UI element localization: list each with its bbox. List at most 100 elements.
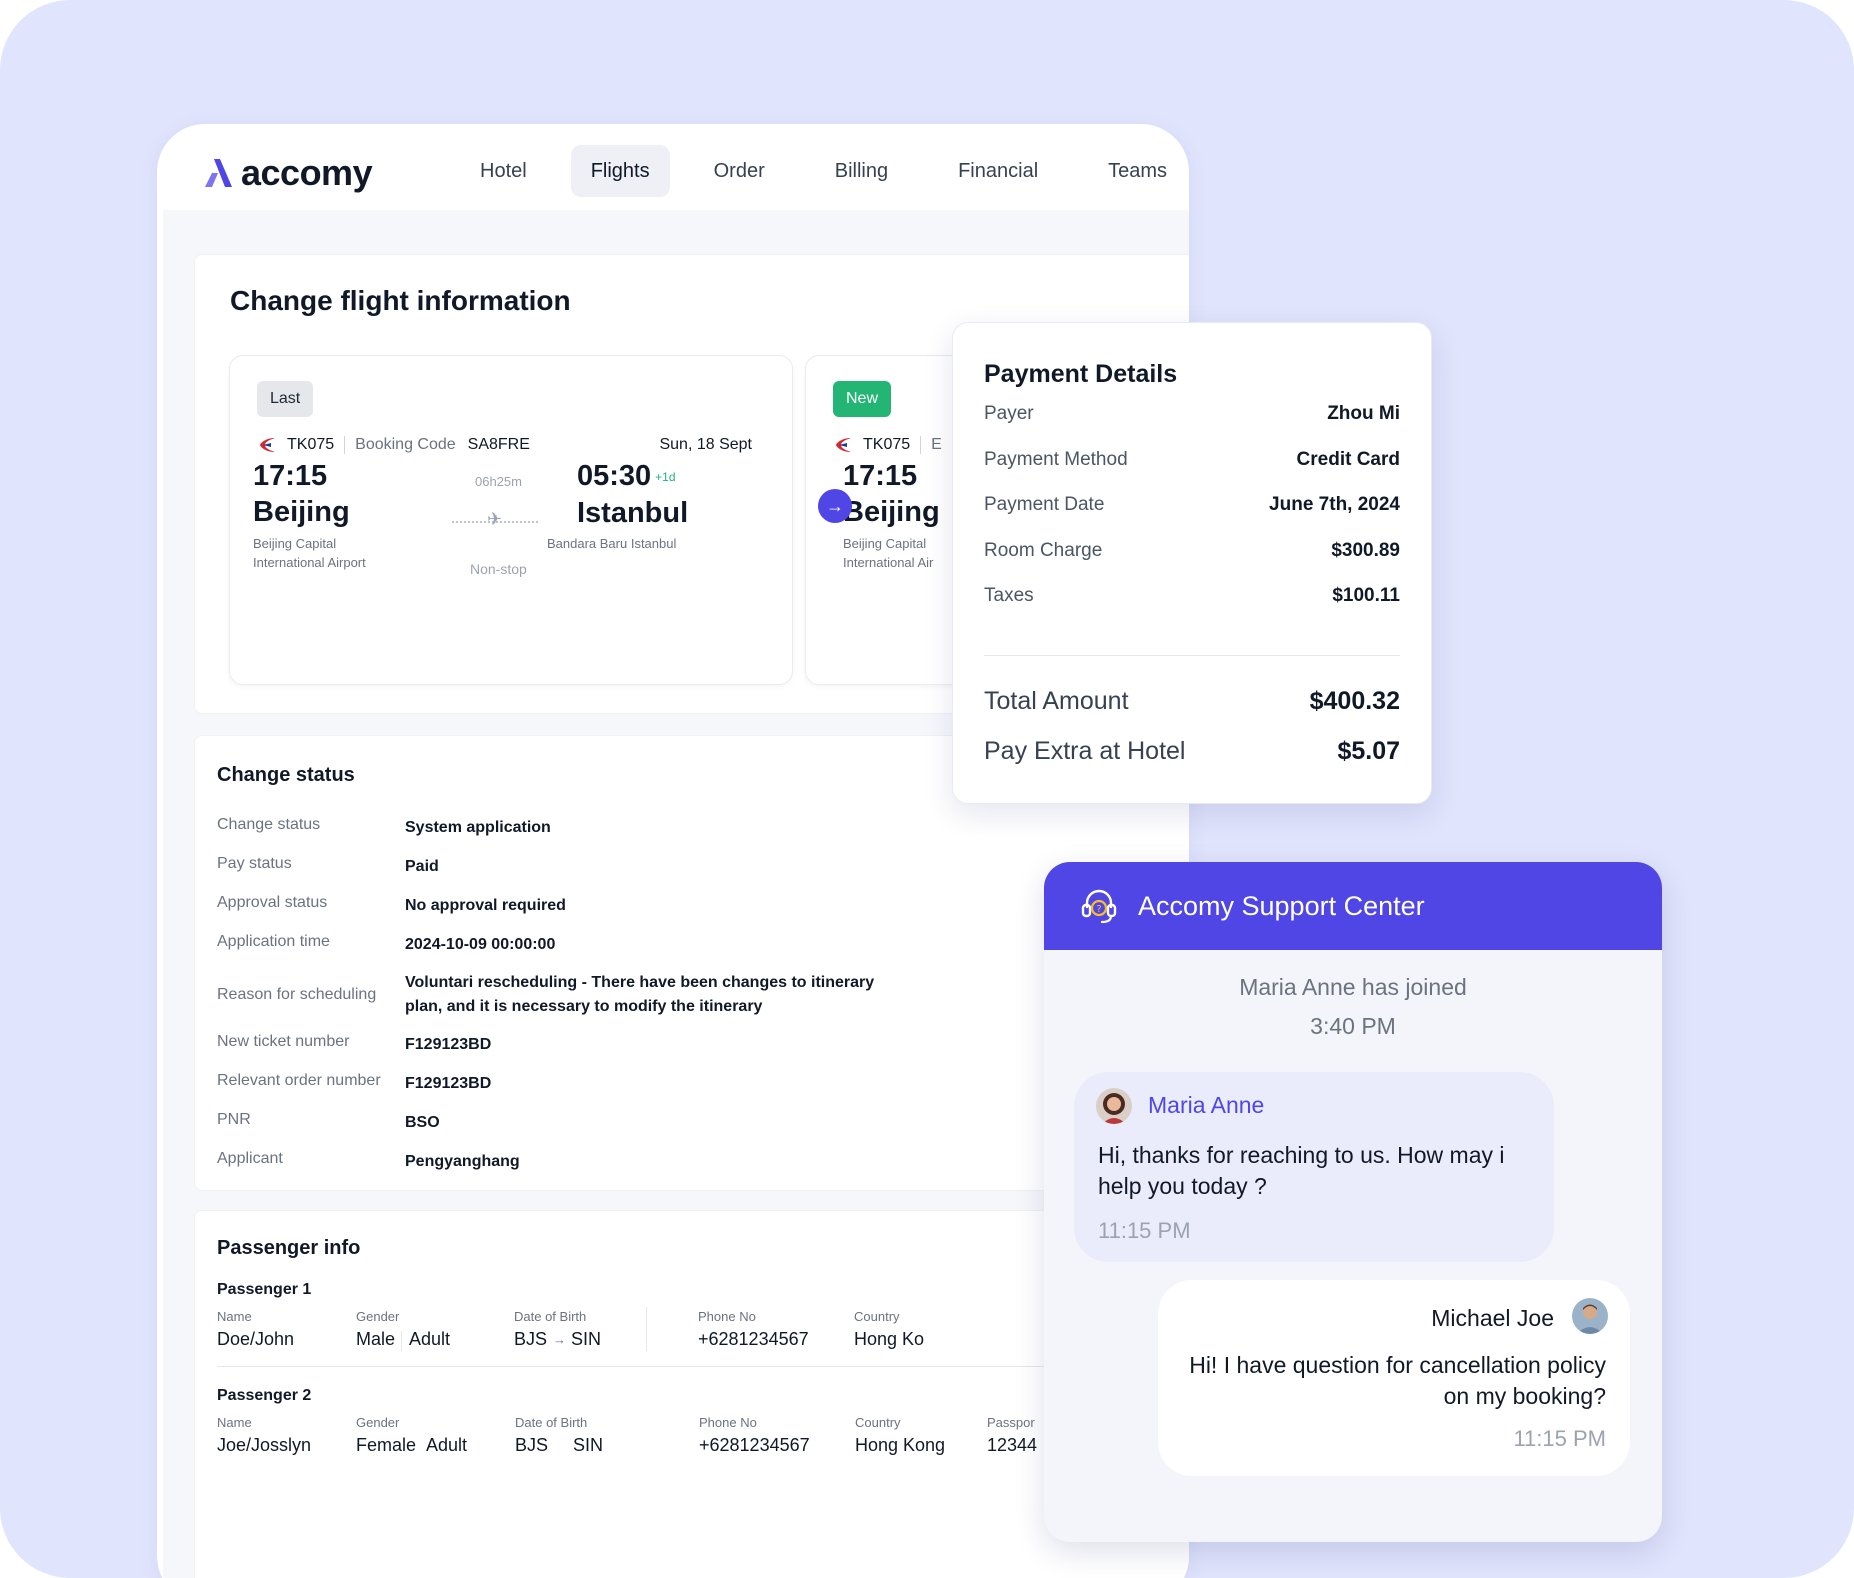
payment-label: Payment Method	[984, 449, 1128, 470]
payment-value: $100.11	[1332, 585, 1400, 606]
status-label: Reason for scheduling	[217, 986, 377, 1003]
status-row: Relevant order number F129123BD	[217, 1072, 905, 1096]
change-status-title: Change status	[217, 764, 355, 786]
col-gender: Gender	[356, 1415, 400, 1430]
payment-row: Room Charge $300.89	[984, 540, 1400, 562]
payment-label: Taxes	[984, 585, 1034, 606]
change-flight-title: Change flight information	[230, 285, 571, 316]
message-time: 11:15 PM	[1098, 1218, 1191, 1243]
system-message: Maria Anne has joined	[1239, 974, 1467, 1000]
top-navigation: accomy Hotel Flights Order Billing Finan…	[157, 124, 1189, 210]
nav-flights[interactable]: Flights	[570, 145, 670, 197]
message-text: Hi, thanks for reaching to us. How may i…	[1098, 1142, 1505, 1199]
nav-teams[interactable]: Teams	[1088, 145, 1187, 197]
col-phone: Phone No	[699, 1415, 757, 1430]
booking-code-value: SA8FRE	[467, 436, 530, 453]
status-label: New ticket number	[217, 1033, 350, 1050]
passenger-label: Passenger 2	[217, 1387, 312, 1404]
payment-label: Payer	[984, 403, 1034, 424]
payment-row: Taxes $100.11	[984, 585, 1400, 607]
col-passport: Passpor	[987, 1415, 1035, 1430]
payment-row: Payer Zhou Mi	[984, 403, 1400, 425]
message-time: 11:15 PM	[1513, 1426, 1606, 1451]
depart-city: Beijing	[843, 496, 940, 528]
divider	[646, 1307, 647, 1351]
last-flight-card[interactable]: Last TK075 Booking Code SA8FRE Sun, 18 S…	[229, 355, 793, 685]
total-value: $400.32	[1309, 687, 1400, 715]
accomy-logo[interactable]: accomy	[203, 152, 373, 194]
col-country: Country	[854, 1309, 900, 1324]
passenger-gender: Female	[356, 1435, 417, 1455]
status-value: Voluntari rescheduling - There have been…	[405, 974, 875, 1015]
depart-airport-line2: International Airport	[253, 555, 366, 570]
payment-row: Payment Method Credit Card	[984, 449, 1400, 471]
divider	[217, 1366, 1187, 1367]
depart-time: 17:15	[843, 460, 918, 492]
passenger-gender: Male	[356, 1329, 396, 1349]
status-label: Relevant order number	[217, 1072, 381, 1089]
passenger-to: SIN	[571, 1329, 602, 1349]
passenger-name: Doe/John	[217, 1329, 295, 1349]
passenger-label: Passenger 1	[217, 1281, 312, 1298]
passenger-country: Hong Ko	[854, 1329, 925, 1349]
status-row: New ticket number F129123BD	[217, 1033, 905, 1057]
status-row: PNR BSO	[217, 1111, 905, 1135]
nav-order[interactable]: Order	[694, 145, 785, 197]
sender-name: Maria Anne	[1148, 1092, 1265, 1118]
outgoing-message: Michael Joe Hi! I have question for canc…	[1158, 1280, 1630, 1476]
nav-hotel[interactable]: Hotel	[460, 145, 547, 197]
total-row: Total Amount $400.32	[984, 687, 1400, 716]
passenger-info-card: Passenger info Passenger 1 Name Gender D…	[194, 1210, 1189, 1578]
col-name: Name	[217, 1415, 252, 1430]
extra-label: Pay Extra at Hotel	[984, 737, 1186, 765]
depart-airport-line1: Beijing Capital	[843, 536, 927, 551]
payment-value: Credit Card	[1296, 449, 1400, 470]
arrive-airport: Bandara Baru Istanbul	[547, 536, 677, 551]
flight-code: TK075	[863, 436, 911, 453]
status-value: Paid	[405, 858, 439, 875]
arrow-right-icon[interactable]: →	[818, 489, 852, 523]
airline-logo-icon	[260, 438, 275, 452]
status-label: Change status	[217, 816, 321, 833]
logo-text: accomy	[241, 152, 373, 193]
svg-text:?: ?	[1096, 904, 1101, 915]
headset-support-icon: ?	[1081, 889, 1117, 924]
status-label: Applicant	[217, 1150, 283, 1167]
avatar	[1096, 1088, 1132, 1124]
flight-code: TK075	[287, 436, 335, 453]
depart-airport-line2: International Air	[843, 555, 934, 570]
status-row: Approval status No approval required	[217, 894, 905, 918]
sender-name: Michael Joe	[1431, 1305, 1554, 1331]
payment-label: Room Charge	[984, 540, 1103, 561]
status-value: BSO	[405, 1114, 440, 1131]
avatar-michael-icon	[1572, 1298, 1608, 1334]
col-country: Country	[855, 1415, 901, 1430]
passenger-phone: +6281234567	[699, 1435, 810, 1455]
status-row: Applicant Pengyanghang	[217, 1150, 905, 1174]
page-background: accomy Hotel Flights Order Billing Finan…	[0, 0, 1854, 1578]
status-label: Approval status	[217, 894, 328, 911]
nav-billing[interactable]: Billing	[815, 145, 908, 197]
divider	[344, 436, 346, 454]
depart-time: 17:15	[253, 460, 328, 492]
passenger-from: BJS	[515, 1435, 549, 1455]
last-tag: Last	[257, 381, 314, 417]
message-text: Hi! I have question for cancellation pol…	[1189, 1352, 1606, 1409]
arrive-day-offset: +1d	[655, 470, 676, 485]
col-name: Name	[217, 1309, 252, 1324]
passenger-name: Joe/Josslyn	[217, 1435, 312, 1455]
nav-financial[interactable]: Financial	[938, 145, 1058, 197]
divider	[920, 436, 922, 454]
status-value: F129123BD	[405, 1036, 492, 1053]
passenger-country: Hong Kong	[855, 1435, 946, 1455]
stops-label: Non-stop	[470, 561, 527, 577]
avatar	[1572, 1298, 1608, 1334]
payment-details-card: Payment Details Payer Zhou Mi Payment Met…	[952, 322, 1432, 804]
depart-airport-line1: Beijing Capital	[253, 536, 337, 551]
airline-logo-icon	[836, 438, 851, 452]
support-chat-window: ? Accomy Support Center Maria Anne has j…	[1044, 862, 1662, 1542]
arrive-time-wrap: 05:30 +1d	[577, 460, 676, 493]
payment-value: Zhou Mi	[1327, 403, 1400, 424]
depart-airport: Beijing Capital International Air	[843, 534, 933, 572]
depart-airport: Beijing Capital International Airport	[253, 534, 366, 572]
